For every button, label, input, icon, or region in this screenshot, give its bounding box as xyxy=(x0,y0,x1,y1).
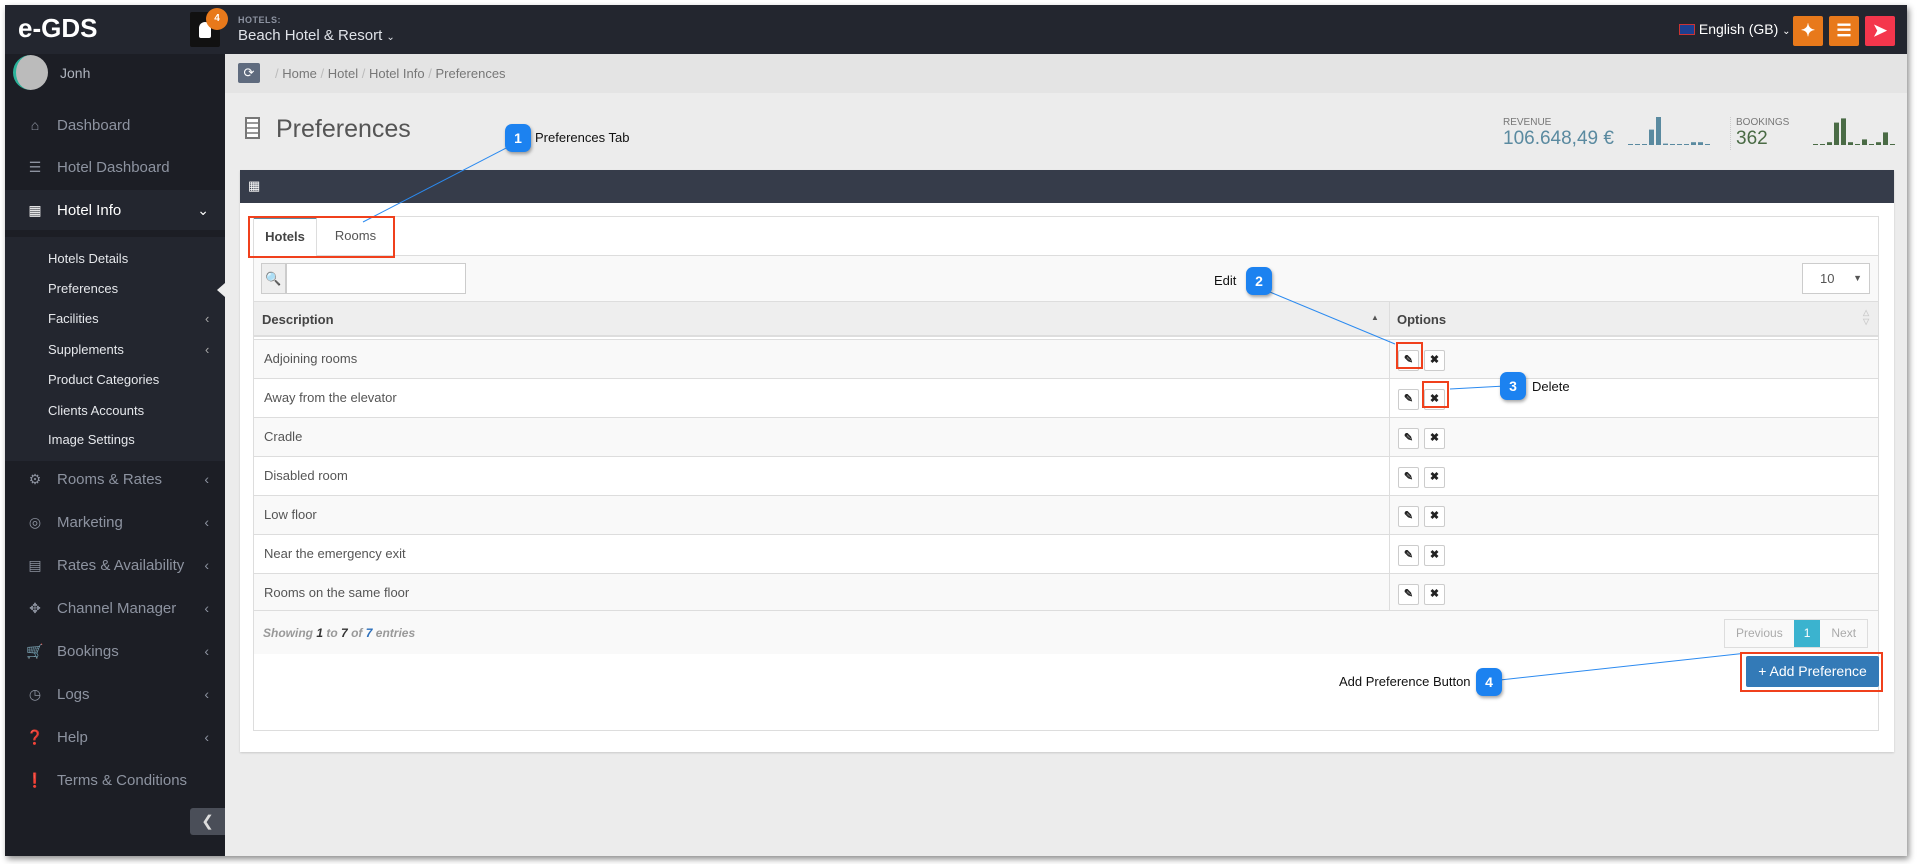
callout-4: 4 xyxy=(1476,668,1502,696)
callout-2-text: Edit xyxy=(1214,273,1237,288)
highlight-tabs xyxy=(248,216,395,258)
highlight-edit xyxy=(1396,342,1423,369)
callout-3-text: Delete xyxy=(1532,379,1570,394)
callout-3: 3 xyxy=(1500,372,1526,400)
callout-2: 2 xyxy=(1246,267,1272,295)
annotation-line-4 xyxy=(1499,652,1748,681)
highlight-add-button xyxy=(1740,652,1883,692)
callout-4-text: Add Preference Button xyxy=(1339,674,1471,689)
annotation-line-2 xyxy=(1264,289,1396,345)
annotation-line-3 xyxy=(1449,385,1506,390)
annotation-lines xyxy=(362,144,1748,681)
callout-1: 1 xyxy=(505,124,531,152)
annotation-line-1 xyxy=(362,144,513,223)
callout-1-text: Preferences Tab xyxy=(535,130,630,145)
highlight-delete xyxy=(1422,381,1449,408)
